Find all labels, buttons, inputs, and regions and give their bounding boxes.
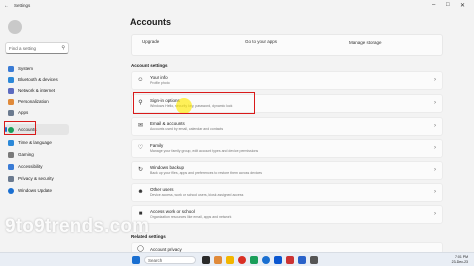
row-subtitle: Manage your family group, edit account t… — [150, 149, 259, 153]
row-title: Account privacy — [150, 246, 182, 252]
task-view-icon[interactable] — [202, 256, 210, 264]
row-subtitle: Accounts used by email, calendar and con… — [150, 127, 224, 131]
row-title: Email & accounts — [150, 121, 185, 126]
row-family[interactable]: ♡ Family Manage your family group, edit … — [131, 139, 443, 158]
sidebar-item-system[interactable]: System — [5, 63, 69, 74]
person-icon: ☺ — [137, 77, 144, 83]
row-windows-backup[interactable]: ↻ Windows backup Back up your files, app… — [131, 161, 443, 180]
edge-icon[interactable] — [262, 256, 270, 264]
row-other-users[interactable]: ☻ Other users Device access, work or sch… — [131, 183, 443, 202]
find-setting-search[interactable]: Find a setting ⚲ — [5, 42, 69, 54]
word-icon[interactable] — [298, 256, 306, 264]
shield-icon — [8, 175, 14, 182]
sidebar-item-bluetooth[interactable]: Bluetooth & devices — [5, 74, 69, 85]
accounts-highlight-box — [4, 121, 36, 135]
taskbar-search[interactable]: Search — [144, 256, 196, 264]
close-button[interactable]: ✕ — [460, 2, 465, 9]
app-icon[interactable] — [286, 256, 294, 264]
taskbar-search-label: Search — [148, 257, 163, 263]
row-subtitle: Device access, work or school users, kio… — [150, 193, 244, 197]
upgrade-link[interactable]: Upgrade — [142, 39, 159, 44]
sidebar-item-label: Privacy & security — [18, 176, 54, 181]
sidebar-item-gaming[interactable]: Gaming — [5, 149, 69, 160]
sidebar-item-accessibility[interactable]: Accessibility — [5, 161, 69, 172]
row-access-work-school[interactable]: ■ Access work or school Organization res… — [131, 205, 443, 224]
update-icon — [8, 187, 14, 194]
go-to-apps-link[interactable]: Go to your apps — [245, 39, 277, 44]
sidebar-item-label: Personalization — [18, 99, 49, 104]
accessibility-icon — [8, 163, 14, 170]
chevron-right-icon: › — [434, 144, 436, 151]
sidebar-item-time-language[interactable]: Time & language — [5, 137, 69, 148]
gamepad-icon — [8, 151, 14, 158]
section-account-settings: Account settings — [131, 63, 168, 68]
brush-icon — [8, 98, 14, 105]
mail-icon: ✉ — [137, 123, 144, 129]
row-title: Windows backup — [150, 165, 185, 170]
title-bar: ← Settings – □ ✕ — [0, 0, 474, 14]
sidebar-item-apps[interactable]: Apps — [5, 107, 69, 118]
bluetooth-icon — [8, 76, 14, 83]
back-arrow-icon[interactable]: ← — [4, 3, 9, 9]
sidebar-item-label: Apps — [18, 110, 29, 115]
sidebar-item-label: Time & language — [18, 140, 52, 145]
clock-time: 7:01 PM — [454, 255, 468, 259]
backup-icon: ↻ — [137, 167, 144, 173]
row-title: Access work or school — [150, 209, 195, 214]
chevron-right-icon: › — [434, 188, 436, 195]
sidebar-item-privacy[interactable]: Privacy & security — [5, 173, 69, 184]
row-title: Your info — [150, 75, 168, 80]
row-subtitle: Profile photo — [150, 81, 170, 85]
sidebar-item-label: Gaming — [18, 152, 34, 157]
start-button-icon[interactable] — [132, 256, 140, 264]
chevron-right-icon: › — [434, 122, 436, 129]
chevron-right-icon: › — [434, 99, 436, 106]
sidebar-item-label: Bluetooth & devices — [18, 77, 58, 82]
file-explorer-icon[interactable] — [226, 256, 234, 264]
storage-card: Upgrade Go to your apps Manage storage — [131, 34, 443, 56]
row-title: Family — [150, 143, 164, 148]
widgets-icon[interactable] — [214, 256, 222, 264]
sidebar-item-label: System — [18, 66, 34, 71]
row-title: Other users — [150, 187, 174, 192]
chevron-right-icon: › — [434, 166, 436, 173]
clock-date: 23-Dec-23 — [451, 259, 468, 264]
sidebar-item-windows-update[interactable]: Windows Update — [5, 185, 69, 196]
maximize-button[interactable]: □ — [446, 2, 450, 8]
chevron-right-icon: › — [434, 76, 436, 83]
sign-in-highlight-box — [133, 92, 255, 114]
store-icon[interactable] — [250, 256, 258, 264]
watermark: 9to9trends.com — [5, 216, 150, 237]
app-title: Settings — [14, 3, 31, 8]
heart-icon: ♡ — [137, 145, 144, 151]
search-icon: ⚲ — [61, 44, 65, 51]
chevron-right-icon: › — [434, 210, 436, 217]
network-icon — [8, 87, 14, 94]
users-icon: ☻ — [137, 189, 144, 195]
minimize-button[interactable]: – — [432, 2, 435, 8]
sidebar-item-label: Network & internet — [18, 88, 56, 93]
globe-icon — [8, 139, 14, 146]
avatar — [8, 20, 22, 34]
page-title: Accounts — [130, 17, 172, 27]
system-icon — [8, 65, 14, 72]
row-your-info[interactable]: ☺ Your info Profile photo › — [131, 71, 443, 90]
sidebar-item-personalization[interactable]: Personalization — [5, 96, 69, 107]
apps-icon — [8, 109, 14, 116]
row-email-accounts[interactable]: ✉ Email & accounts Accounts used by emai… — [131, 117, 443, 136]
search-placeholder: Find a setting — [9, 45, 37, 51]
taskbar: Search 7:01 PM 23-Dec-23 — [0, 252, 474, 266]
sidebar-item-network[interactable]: Network & internet — [5, 85, 69, 96]
mail-app-icon[interactable] — [274, 256, 282, 264]
manage-storage-link[interactable]: Manage storage — [349, 40, 382, 45]
sidebar-item-label: Accessibility — [18, 164, 43, 169]
system-tray-clock[interactable]: 7:01 PM 23-Dec-23 — [452, 255, 468, 264]
sidebar-item-label: Windows Update — [18, 188, 53, 193]
row-subtitle: Back up your files, apps and preferences… — [150, 171, 263, 175]
settings-taskbar-icon[interactable] — [310, 256, 318, 264]
chrome-icon[interactable] — [238, 256, 246, 264]
row-subtitle: Organization resources like email, apps … — [150, 215, 232, 219]
